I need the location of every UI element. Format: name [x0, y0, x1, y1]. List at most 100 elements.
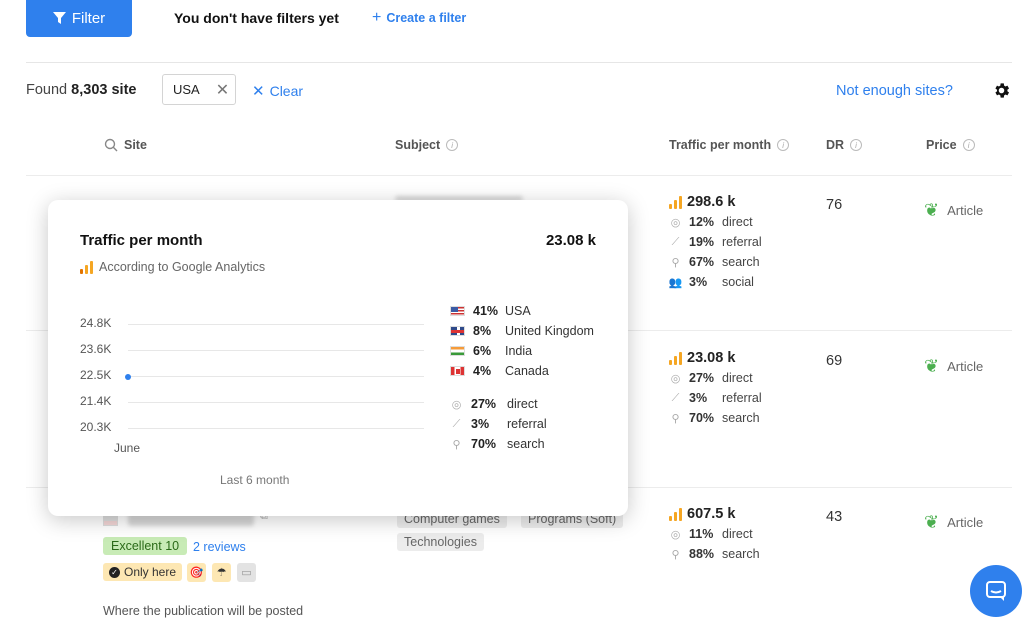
traffic-label: search — [722, 411, 760, 425]
traffic-line: ◎ 12% direct — [669, 212, 762, 232]
uk-flag-icon — [450, 326, 465, 336]
source-pct: 3% — [471, 417, 490, 431]
gridline — [128, 376, 424, 377]
traffic-label: search — [722, 547, 760, 561]
dr-value: 76 — [826, 197, 843, 213]
column-header-traffic-label: Traffic per month — [669, 138, 772, 152]
gridline — [128, 402, 424, 403]
clear-filters-link[interactable]: ✕ Clear — [252, 82, 303, 100]
column-header-dr-label: DR — [826, 138, 845, 152]
traffic-pct: 67% — [689, 255, 715, 269]
direct-icon: ◎ — [670, 216, 681, 229]
source-label: direct — [507, 397, 538, 411]
funnel-icon — [52, 12, 66, 24]
leaf-icon: ❦ — [924, 512, 940, 532]
check-circle-icon: ✓ — [109, 566, 120, 578]
direct-icon: ◎ — [670, 528, 681, 541]
column-header-price[interactable]: Price i — [926, 138, 975, 152]
y-tick-label: 24.8K — [80, 316, 112, 330]
traffic-line: ⚲ 88% search — [669, 544, 760, 564]
country-name: India — [505, 344, 533, 358]
traffic-line: ⚲ 70% search — [669, 408, 762, 428]
info-icon[interactable]: i — [777, 139, 790, 151]
clear-label: Clear — [269, 83, 304, 99]
row-divider — [26, 175, 1012, 176]
gear-icon[interactable] — [992, 81, 1011, 105]
info-icon[interactable]: i — [446, 139, 459, 151]
traffic-total-value: 298.6 k — [687, 194, 736, 210]
filter-chip-label: USA — [173, 82, 200, 97]
create-filter-link[interactable]: + Create a filter — [372, 10, 467, 26]
search-icon: ⚲ — [671, 548, 680, 561]
traffic-line: ⚲ 67% search — [669, 252, 762, 272]
price-label: Article — [947, 359, 984, 374]
traffic-pct: 12% — [689, 215, 715, 229]
traffic-label: direct — [722, 371, 753, 385]
popup-total: 23.08 k — [545, 232, 596, 249]
column-header-subject[interactable]: Subject i — [395, 138, 459, 152]
traffic-popup: Traffic per month 23.08 k According to G… — [48, 200, 628, 516]
leaf-icon: ❦ — [924, 356, 940, 376]
y-tick-label: 23.6K — [80, 342, 112, 356]
traffic-pct: 3% — [689, 391, 708, 405]
column-header-dr[interactable]: DR i — [826, 138, 863, 152]
referral-icon: ⟋ — [452, 417, 461, 430]
reviews-link[interactable]: 2 reviews — [193, 540, 246, 554]
chart-period-label: Last 6 month — [220, 473, 290, 487]
price-cell[interactable]: ❦ Article — [924, 200, 983, 221]
price-cell[interactable]: ❦ Article — [924, 512, 983, 533]
dr-value: 69 — [826, 353, 843, 369]
y-tick-label: 20.3K — [80, 420, 112, 434]
traffic-pct: 70% — [689, 411, 715, 425]
create-filter-label: Create a filter — [386, 11, 467, 25]
filter-button[interactable]: Filter — [26, 0, 132, 37]
data-point[interactable] — [125, 374, 131, 381]
target-icon: 🎯 — [187, 563, 206, 582]
traffic-bars-icon — [669, 507, 682, 521]
subject-tag: Technologies — [397, 533, 484, 551]
traffic-cell: 23.08 k ◎ 27% direct ⟋ 3% referral ⚲ 70% searc… — [669, 348, 762, 428]
source-row: ⚲ 70% search — [450, 434, 547, 454]
analytics-source-label: According to Google Analytics — [99, 260, 266, 274]
price-cell[interactable]: ❦ Article — [924, 356, 983, 377]
info-icon[interactable]: i — [962, 139, 975, 151]
country-name: United Kingdom — [505, 324, 594, 338]
column-header-site[interactable]: Site — [104, 138, 147, 152]
traffic-total-value: 23.08 k — [687, 350, 736, 366]
source-label: search — [507, 437, 545, 451]
traffic-line: ◎ 27% direct — [669, 368, 762, 388]
country-row: 8% United Kingdom — [450, 321, 594, 341]
country-row: 4% Canada — [450, 361, 594, 381]
traffic-line: ◎ 11% direct — [669, 524, 760, 544]
traffic-pct: 19% — [689, 235, 715, 249]
india-flag-icon — [450, 346, 465, 356]
traffic-label: direct — [722, 215, 753, 229]
rating-badge: Excellent 10 — [103, 537, 188, 555]
x-tick-label: June — [114, 441, 141, 455]
y-tick-label: 21.4K — [80, 394, 112, 408]
chat-button[interactable] — [970, 565, 1022, 617]
info-icon[interactable]: i — [850, 139, 863, 151]
search-icon: ⚲ — [671, 256, 680, 269]
close-icon[interactable]: ✕ — [216, 80, 229, 100]
traffic-label: referral — [722, 235, 762, 249]
found-count: Found 8,303 site — [26, 82, 136, 98]
us-flag-icon — [450, 306, 465, 316]
not-enough-sites-link[interactable]: Not enough sites? — [836, 83, 953, 99]
country-pct: 41% — [473, 304, 499, 318]
source-row: ⟋ 3% referral — [450, 414, 547, 434]
filter-button-label: Filter — [71, 10, 106, 27]
column-header-traffic[interactable]: Traffic per month i — [669, 138, 790, 152]
gridline — [128, 428, 424, 429]
only-here-label: Only here — [124, 565, 177, 579]
search-icon: ⚲ — [452, 438, 461, 451]
gridline — [128, 324, 424, 325]
traffic-total: 607.5 k — [669, 504, 760, 524]
country-pct: 4% — [473, 364, 492, 378]
publication-location-label: Where the publication will be posted — [103, 604, 304, 618]
y-tick-label: 22.5K — [80, 368, 112, 382]
direct-icon: ◎ — [451, 398, 462, 411]
canada-flag-icon — [450, 366, 465, 376]
column-header-site-label: Site — [124, 138, 147, 152]
leaf-icon: ❦ — [924, 200, 940, 220]
